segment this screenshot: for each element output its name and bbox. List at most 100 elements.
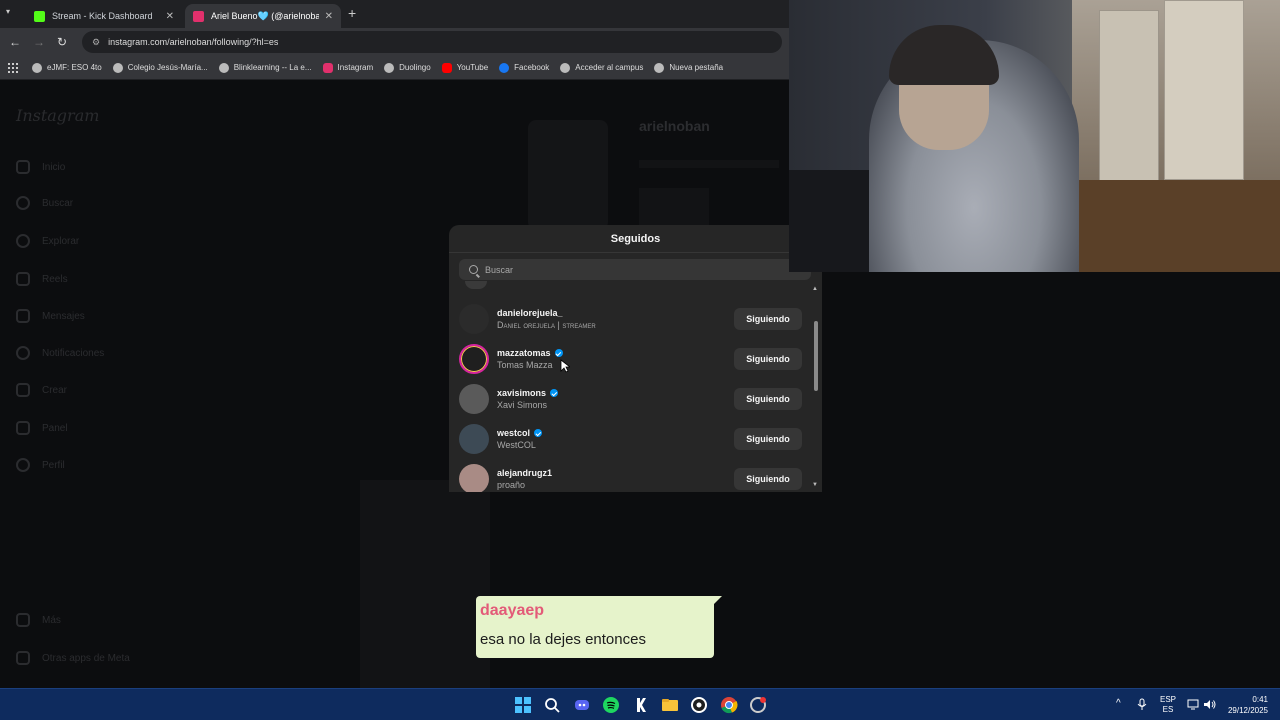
back-icon[interactable]: ← (9, 35, 21, 49)
bookmark-instagram[interactable]: Instagram (322, 62, 374, 73)
bookmark-label: Blinklearning -- La e... (233, 63, 312, 72)
avatar[interactable] (459, 464, 489, 492)
volume-icon[interactable] (1203, 699, 1216, 710)
language-code: ESP (1159, 695, 1176, 704)
username-text: alejandrugz1 (497, 468, 553, 478)
close-tab-icon[interactable]: ✕ (166, 11, 174, 22)
profile-picture (528, 120, 608, 230)
webcam-headphones (889, 25, 999, 85)
avatar[interactable] (459, 384, 489, 414)
list-item[interactable]: alejandrugz1 proaño Siguiendo (449, 461, 809, 492)
search-icon (469, 265, 478, 274)
list-item[interactable]: danielorejuela_ Daniel orejuela | stream… (449, 301, 809, 341)
discord-icon[interactable] (573, 696, 591, 714)
site-info-icon[interactable]: ⚙ (92, 37, 100, 48)
tab-kick-dashboard[interactable]: Stream - Kick Dashboard ✕ (26, 4, 182, 28)
compass-icon (16, 234, 30, 248)
profile-bio (639, 188, 709, 228)
sidebar-item-profile: Perfil (16, 458, 65, 472)
bookmark-new-tab[interactable]: Nueva pestaña (654, 62, 723, 73)
forward-icon[interactable]: → (33, 35, 45, 49)
chat-bubble-tail (706, 596, 722, 612)
bookmark-blinklearning[interactable]: Blinklearning -- La e... (218, 62, 312, 73)
url-input[interactable]: ⚙ instagram.com/arielnoban/following/?hl… (82, 31, 782, 53)
bookmark-colegio[interactable]: Colegio Jesús-María... (112, 62, 208, 73)
windows-taskbar: ^ ESP ES 0:41 29/12/2025 (0, 688, 1280, 720)
sidebar-label: Crear (42, 384, 68, 396)
username-text: danielorejuela_ (497, 308, 563, 318)
sidebar-label: Panel (42, 422, 68, 434)
bookmarks-bar: eJMF: ESO 4to Colegio Jesús-María... Bli… (0, 56, 790, 80)
username-text: xavisimons (497, 388, 547, 398)
sidebar-label: Explorar (42, 235, 80, 247)
following-list[interactable]: danielorejuela_ Daniel orejuela | stream… (449, 281, 822, 492)
avatar[interactable] (459, 304, 489, 334)
sidebar-item-create: Crear (16, 383, 67, 397)
obs-icon[interactable] (690, 696, 708, 714)
close-tab-icon[interactable]: ✕ (325, 11, 333, 22)
kick-app-icon[interactable] (632, 696, 650, 714)
username[interactable]: alejandrugz1 (497, 468, 552, 478)
webcam-feed (789, 0, 1280, 272)
search-input[interactable]: Buscar (459, 259, 811, 280)
apps-grid-icon[interactable] (8, 62, 18, 73)
windows-start-icon[interactable] (514, 696, 532, 714)
scroll-up-icon[interactable]: ▲ (812, 286, 818, 292)
globe-icon (218, 62, 229, 73)
avatar[interactable] (459, 424, 489, 454)
webcam-floor (1072, 180, 1280, 272)
bookmark-label: Colegio Jesús-María... (127, 63, 208, 72)
bookmark-label: Instagram (337, 63, 374, 72)
network-icon[interactable] (1187, 699, 1199, 710)
clock[interactable]: 0:41 29/12/2025 (1222, 694, 1268, 716)
bookmark-campus[interactable]: Acceder al campus (560, 62, 643, 73)
tray-expand-icon[interactable]: ^ (1116, 698, 1121, 709)
url-text: instagram.com/arielnoban/following/?hl=e… (108, 37, 279, 47)
spotify-icon[interactable] (602, 696, 620, 714)
sidebar-item-panel: Panel (16, 421, 68, 435)
avatar[interactable] (459, 344, 489, 374)
sidebar-item-home: Inicio (16, 160, 65, 174)
following-button[interactable]: Siguiendo (734, 468, 802, 490)
list-item[interactable]: xavisimons Xavi Simons Siguiendo (449, 381, 809, 421)
tab-instagram[interactable]: Ariel Bueno🩵 (@arielnoban) • ✕ (185, 4, 341, 28)
fullname: Tomas Mazza (497, 360, 553, 370)
kick-icon (34, 10, 45, 22)
chrome-icon[interactable] (720, 696, 738, 714)
bookmark-ejmf[interactable]: eJMF: ESO 4to (32, 62, 102, 73)
reload-icon[interactable]: ↻ (57, 35, 67, 49)
following-button[interactable]: Siguiendo (734, 428, 802, 450)
language-indicator[interactable]: ESP ES (1158, 695, 1178, 715)
scroll-down-icon[interactable]: ▼ (812, 482, 818, 488)
list-item[interactable]: mazzatomas Tomas Mazza Siguiendo (449, 341, 809, 381)
following-button[interactable]: Siguiendo (734, 388, 802, 410)
following-button[interactable]: Siguiendo (734, 308, 802, 330)
search-icon[interactable] (543, 696, 561, 714)
messenger-icon (16, 309, 30, 323)
file-explorer-icon[interactable] (661, 696, 679, 714)
username[interactable]: mazzatomas (497, 348, 563, 358)
new-tab-icon[interactable]: + (348, 5, 356, 21)
sidebar-item-notifications: Notificaciones (16, 346, 104, 360)
globe-icon (384, 62, 395, 73)
recording-app-icon[interactable] (749, 696, 767, 714)
username[interactable]: xavisimons (497, 388, 559, 398)
stream-chat-message: daayaep esa no la dejes entonces (476, 596, 722, 658)
microphone-icon[interactable] (1137, 698, 1147, 711)
following-modal: Seguidos Buscar danielorejuela_ Daniel o… (449, 225, 822, 492)
bookmark-facebook[interactable]: Facebook (499, 62, 549, 73)
bookmark-duolingo[interactable]: Duolingo (384, 62, 431, 73)
instagram-logo: Instagram (16, 106, 100, 125)
sidebar-label: Otras apps de Meta (42, 652, 130, 664)
following-button[interactable]: Siguiendo (734, 348, 802, 370)
list-item[interactable]: westcol WestCOL Siguiendo (449, 421, 809, 461)
webcam-door (1164, 0, 1244, 180)
search-icon (16, 196, 30, 210)
username[interactable]: danielorejuela_ (497, 308, 563, 318)
tab-search-icon[interactable]: ▾ (6, 7, 10, 16)
scrollbar[interactable] (814, 321, 818, 391)
bookmark-youtube[interactable]: YouTube (441, 62, 488, 73)
username[interactable]: westcol (497, 428, 543, 438)
tab-label: Stream - Kick Dashboard (52, 11, 153, 21)
sidebar-item-explore: Explorar (16, 234, 79, 248)
